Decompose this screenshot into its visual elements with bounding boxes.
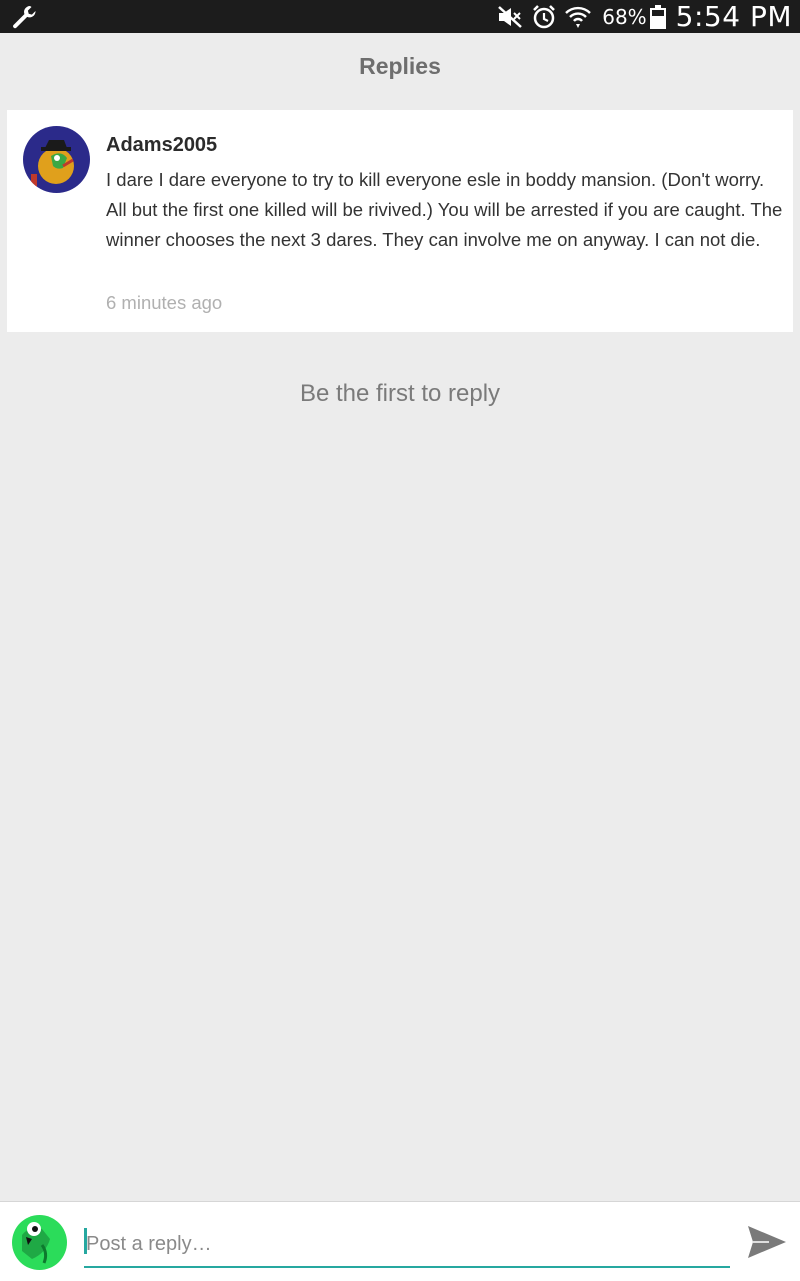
status-time: 5:54 PM — [675, 0, 792, 33]
send-icon[interactable] — [744, 1222, 788, 1262]
user-avatar-image — [12, 1215, 67, 1270]
avatar — [12, 1215, 67, 1270]
battery-icon — [649, 4, 666, 29]
mute-icon — [498, 5, 523, 28]
avatar[interactable] — [23, 126, 90, 193]
author-avatar-image — [23, 126, 90, 193]
wrench-icon — [13, 6, 36, 29]
page-title: Replies — [359, 52, 441, 79]
header: Replies — [0, 33, 800, 99]
post-body: I dare I dare everyone to try to kill ev… — [106, 169, 783, 250]
original-post: Adams2005 I dare I dare everyone to try … — [7, 110, 793, 332]
wifi-icon — [565, 6, 592, 28]
post-author[interactable]: Adams2005 — [106, 134, 217, 157]
status-icons: 68% 5:54 PM — [496, 0, 792, 33]
reply-input[interactable] — [84, 1222, 730, 1268]
text-cursor — [84, 1228, 87, 1254]
battery-percent: 68% — [602, 4, 647, 29]
empty-replies-message: Be the first to reply — [299, 380, 501, 407]
post-timestamp: 6 minutes ago — [106, 292, 223, 313]
reply-composer — [0, 1201, 800, 1281]
alarm-icon — [533, 4, 556, 28]
status-bar: 68% 5:54 PM — [0, 0, 800, 33]
